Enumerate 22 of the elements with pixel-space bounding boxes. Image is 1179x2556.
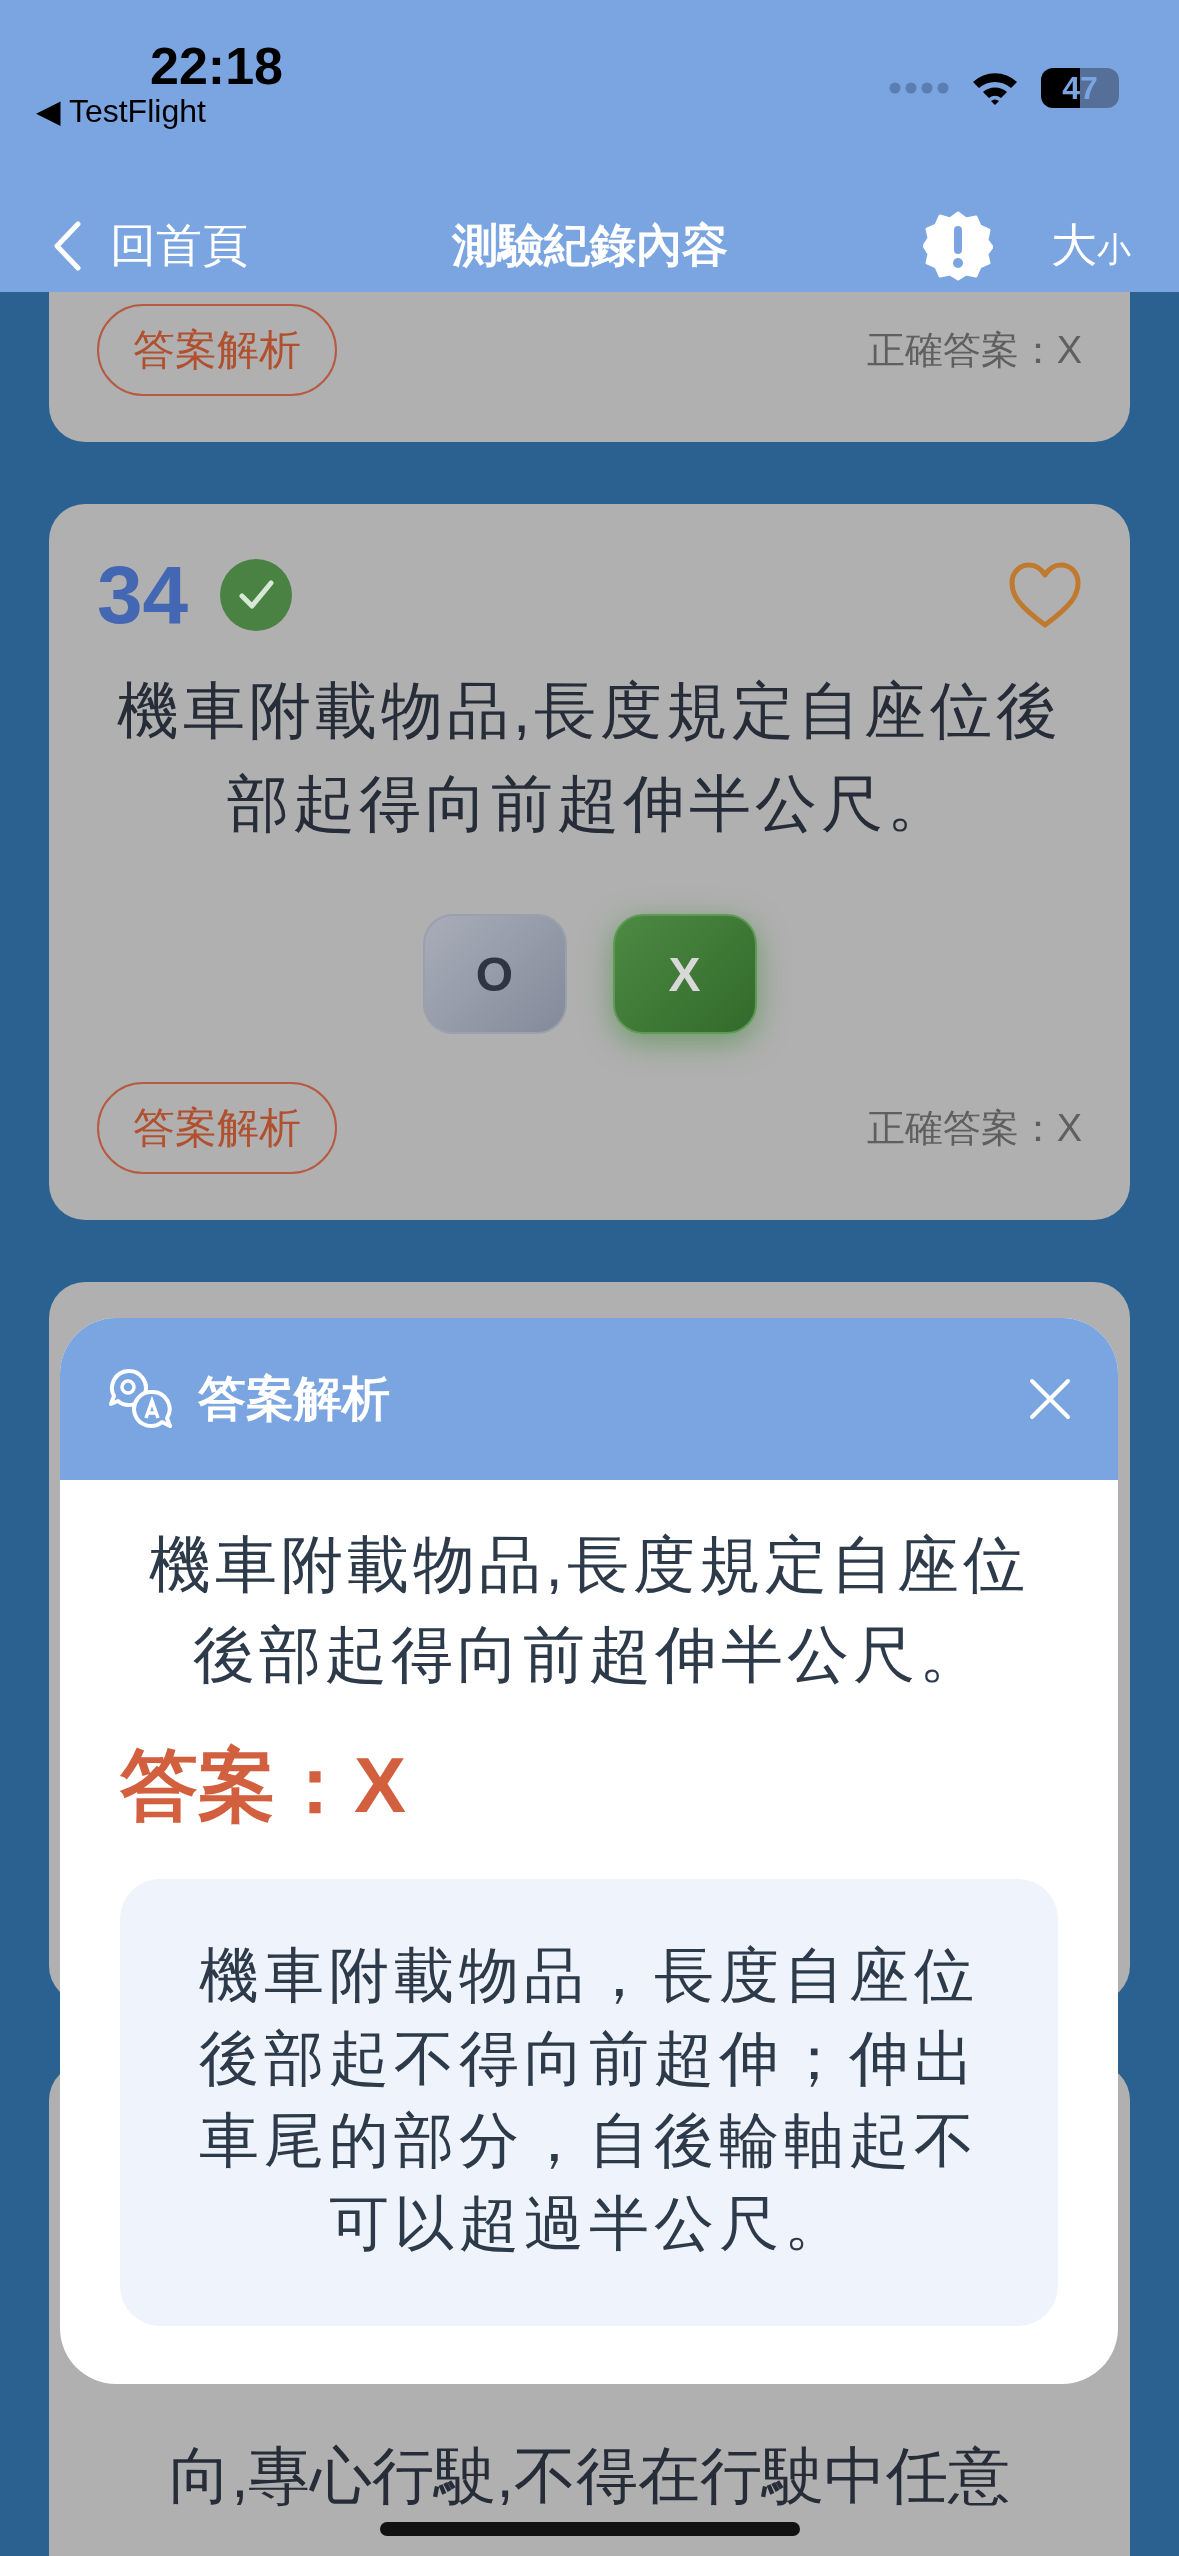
answer-option-button[interactable]: X — [612, 914, 757, 1034]
correct-answer-label: 正確答案：X — [866, 327, 1082, 373]
answer-option-button[interactable]: O — [422, 914, 567, 1034]
dialog-title: 答案解析 — [198, 1371, 390, 1427]
wifi-icon — [971, 70, 1019, 106]
question-text: 向,專心行駛,不得在行駛中任意 — [168, 2440, 1011, 2512]
question-number: 34 — [97, 554, 189, 636]
alert-badge-icon[interactable] — [923, 211, 993, 281]
question-text: 機車附載物品,長度規定自座位後部起得向前超伸半公尺。 — [115, 675, 1064, 840]
chat-bubbles-icon — [108, 1368, 174, 1430]
font-size-button[interactable]: 大小 — [1051, 215, 1131, 277]
correct-answer-label: 正確答案：X — [866, 1105, 1082, 1151]
answer-analysis-button[interactable]: 答案解析 — [97, 304, 337, 396]
question-text: 機車附載物品,長度規定自座位後部起得向前超伸半公尺。 — [148, 1529, 1030, 1691]
explanation-text: 機車附載物品，長度自座位後部起不得向前超伸；伸出車尾的部分，自後輪軸起不可以超過半公尺。 — [198, 1940, 980, 2260]
answer-text: 答案：X — [120, 1739, 408, 1831]
chevron-left-icon — [52, 220, 82, 272]
answer-analysis-button[interactable]: 答案解析 — [97, 1082, 337, 1174]
heart-icon[interactable] — [1008, 561, 1082, 629]
back-button[interactable]: 回首頁 — [52, 215, 248, 277]
page-title: 測驗紀錄內容 — [451, 219, 728, 271]
signal-icon — [889, 82, 949, 94]
